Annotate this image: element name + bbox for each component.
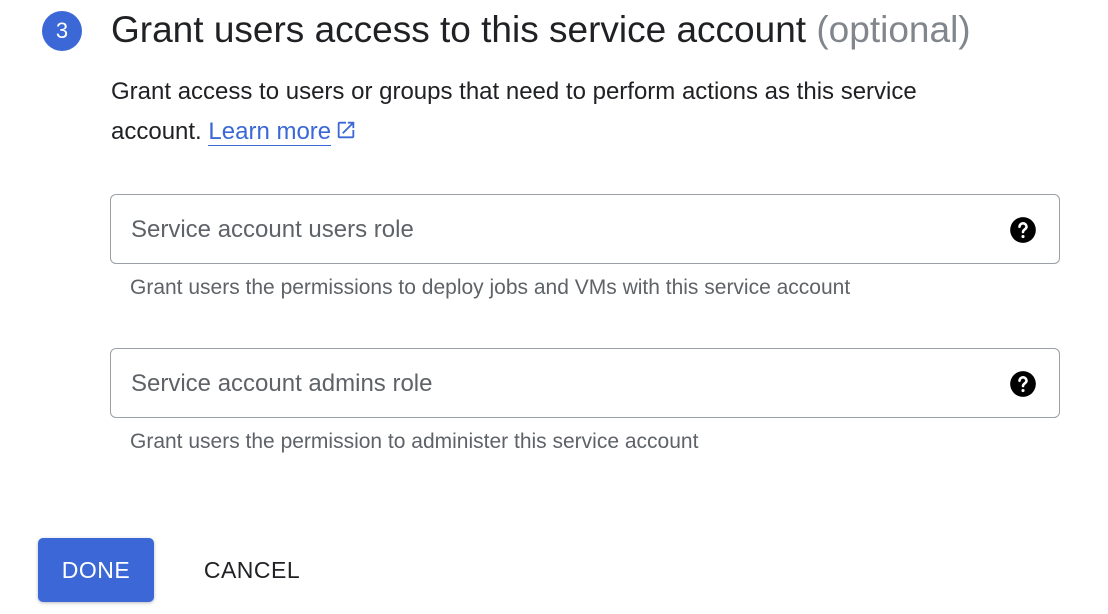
help-circle-icon[interactable]: [1009, 216, 1037, 244]
grant-access-step: 3 Grant users access to this service acc…: [0, 0, 1108, 614]
admins-role-hint: Grant users the permission to administer…: [130, 430, 699, 453]
learn-more-link[interactable]: Learn more: [208, 118, 332, 146]
users-role-field[interactable]: [110, 194, 1060, 265]
admins-role-input[interactable]: [129, 349, 973, 419]
open-in-new-icon[interactable]: [335, 114, 357, 154]
step-title: Grant users access to this service accou…: [111, 9, 807, 50]
step-description: Grant access to users or groups that nee…: [111, 72, 1011, 154]
learn-more-label: Learn more: [208, 118, 332, 145]
help-circle-icon[interactable]: [1009, 370, 1037, 398]
cancel-button[interactable]: CANCEL: [182, 538, 322, 602]
step-heading: Grant users access to this service accou…: [111, 6, 971, 54]
users-role-hint: Grant users the permissions to deploy jo…: [130, 276, 851, 299]
done-button[interactable]: DONE: [38, 538, 154, 602]
users-role-input[interactable]: [129, 195, 973, 265]
step-number-badge: 3: [42, 11, 82, 51]
admins-role-field[interactable]: [110, 348, 1060, 419]
optional-label: (optional): [816, 9, 971, 50]
